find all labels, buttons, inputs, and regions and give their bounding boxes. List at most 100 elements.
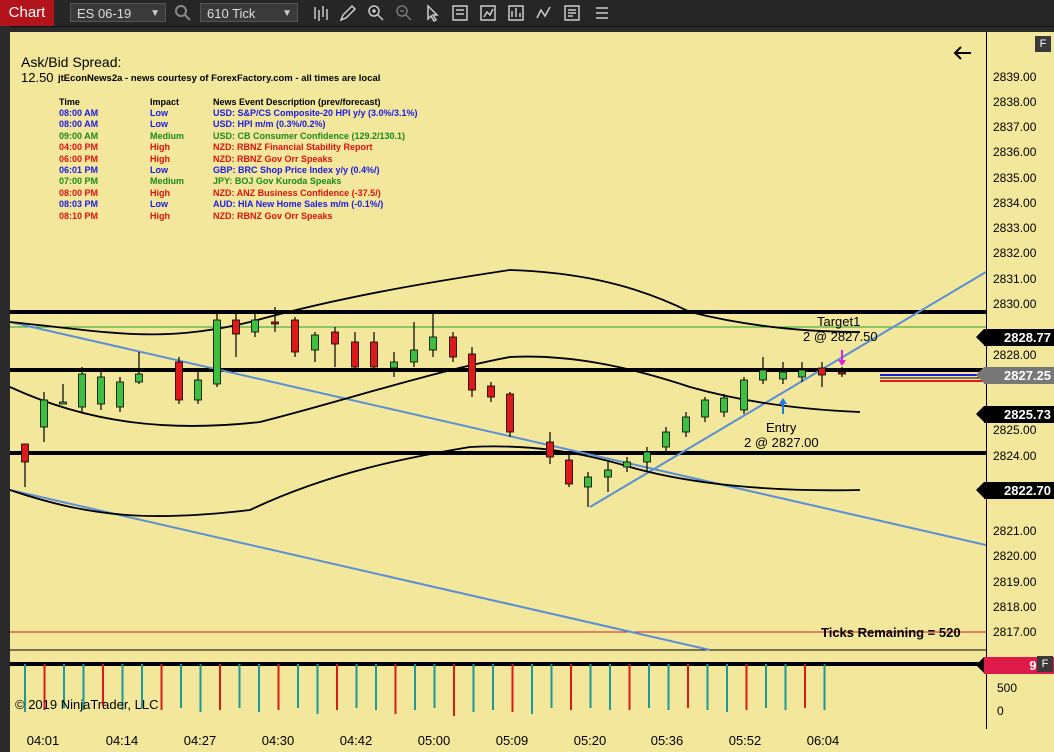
news-desc: NZD: RBNZ Gov Orr Speaks — [213, 153, 333, 164]
instrument-selector[interactable]: ES 06-19 ▼ — [70, 3, 166, 22]
chevron-down-icon: ▼ — [150, 8, 160, 19]
candle-body — [720, 397, 728, 413]
candle-body — [97, 376, 105, 405]
copyright: © 2019 NinjaTrader, LLC — [15, 697, 159, 712]
price-tag: 2822.70 — [976, 482, 1054, 499]
instrument-label: ES 06-19 — [77, 6, 132, 21]
back-arrow-icon[interactable] — [952, 44, 974, 62]
candle-body — [40, 399, 48, 428]
draw-pencil-icon[interactable] — [337, 2, 359, 24]
candle-body — [370, 341, 378, 368]
price-label: 2830.00 — [993, 297, 1037, 311]
interval-selector[interactable]: 610 Tick ▼ — [200, 3, 298, 22]
candle-body — [251, 319, 259, 333]
price-label: 2821.00 — [993, 524, 1037, 538]
candle-body — [818, 367, 826, 376]
news-impact: Low — [150, 199, 168, 210]
news-impact: High — [150, 142, 170, 153]
candle-body — [468, 353, 476, 391]
price-panel[interactable]: Ask/Bid Spread: 12.50 jtEconNews2a - new… — [10, 32, 986, 729]
news-desc: NZD: RBNZ Financial Stability Report — [213, 142, 373, 153]
candle-body — [449, 336, 457, 358]
search-icon[interactable] — [172, 2, 194, 24]
zoom-out-icon[interactable] — [393, 2, 415, 24]
price-axis[interactable]: 2839.00 2838.00 2837.00 2836.00 2835.00 2834.… — [976, 32, 1054, 729]
candle-body — [604, 469, 612, 478]
news-desc: NZD: ANZ Business Confidence (-37.5/) — [213, 187, 381, 198]
chart-tab[interactable]: Chart — [0, 0, 54, 26]
data-box-icon[interactable] — [477, 2, 499, 24]
middle-band — [10, 355, 861, 427]
news-header-desc: News Event Description (prev/forecast) — [213, 97, 381, 107]
price-label: 2832.00 — [993, 246, 1037, 260]
news-desc: GBP: BRC Shop Price Index y/y (0.4%/) — [213, 165, 380, 175]
news-impact: High — [150, 153, 170, 164]
news-time: 06:00 PM — [59, 153, 99, 164]
news-header-time: Time — [59, 97, 80, 107]
price-label: 2839.00 — [993, 70, 1037, 84]
news-impact: Low — [150, 165, 168, 175]
news-impact: Medium — [150, 130, 185, 141]
news-time: 08:00 AM — [59, 119, 99, 130]
candle-body — [390, 361, 398, 369]
news-time: 08:03 PM — [59, 199, 99, 210]
news-source: jtEconNews2a - news courtesy of ForexFac… — [58, 73, 381, 84]
news-time: 04:00 PM — [59, 142, 99, 153]
indicators-icon[interactable] — [505, 2, 527, 24]
candle-body — [740, 379, 748, 411]
news-time: 08:00 PM — [59, 187, 99, 198]
news-desc: USD: S&P/CS Composite-20 HPI y/y (3.0%/3… — [213, 108, 418, 118]
news-desc: USD: HPI m/m (0.3%/0.2%) — [213, 119, 326, 130]
candle-body — [623, 461, 631, 468]
price-label: 2831.00 — [993, 272, 1037, 286]
cursor-icon[interactable] — [421, 2, 443, 24]
time-axis: 04:01 04:14 04:27 04:30 04:42 05:00 05:09 05:20… — [10, 729, 1054, 752]
spread-label: Ask/Bid Spread: — [21, 54, 122, 70]
news-time: 07:00 PM — [59, 176, 99, 187]
candle-body — [59, 401, 67, 405]
news-time: 08:00 AM — [59, 108, 99, 118]
news-impact: High — [150, 187, 170, 198]
candle-body — [838, 371, 846, 375]
candle-body — [662, 431, 670, 448]
bar-type-icon[interactable] — [310, 2, 332, 24]
price-label: 2836.00 — [993, 145, 1037, 159]
candle-body — [21, 443, 29, 463]
templates-icon[interactable] — [561, 2, 583, 24]
news-time: 06:01 PM — [59, 165, 99, 175]
candle-body — [78, 373, 86, 408]
list-icon[interactable] — [591, 2, 613, 24]
price-label: 2817.00 — [993, 625, 1037, 639]
entry-label: Entry — [766, 420, 797, 435]
candle-body — [410, 349, 418, 363]
price-label: 2818.00 — [993, 600, 1037, 614]
candle-body — [351, 341, 359, 368]
time-label: 05:09 — [495, 733, 529, 748]
price-label: 2835.00 — [993, 171, 1037, 185]
time-label: 05:20 — [573, 733, 607, 748]
news-desc: NZD: RBNZ Gov Orr Speaks — [213, 210, 333, 221]
properties-icon[interactable] — [449, 2, 471, 24]
candle-body — [487, 385, 495, 398]
price-label: 2838.00 — [993, 95, 1037, 109]
price-label: 2837.00 — [993, 120, 1037, 134]
zoom-in-icon[interactable] — [365, 2, 387, 24]
time-label: 04:30 — [261, 733, 295, 748]
time-label: 04:01 — [26, 733, 60, 748]
candle-body — [271, 321, 279, 325]
price-tag: 2828.77 — [976, 329, 1054, 346]
strategies-icon[interactable] — [533, 2, 555, 24]
price-label: 2833.00 — [993, 221, 1037, 235]
volume-axis-f-button[interactable]: F — [1037, 656, 1053, 672]
lower-band — [10, 445, 861, 518]
left-strip — [0, 26, 10, 752]
candle-body — [701, 399, 709, 418]
candle-body — [584, 476, 592, 488]
candle-body — [135, 373, 143, 383]
price-axis-f-button[interactable]: F — [1035, 36, 1051, 52]
time-label: 04:14 — [105, 733, 139, 748]
price-label: 2824.00 — [993, 449, 1037, 463]
candle-body — [643, 451, 651, 463]
price-label: 2819.00 — [993, 575, 1037, 589]
candle-body — [194, 379, 202, 401]
